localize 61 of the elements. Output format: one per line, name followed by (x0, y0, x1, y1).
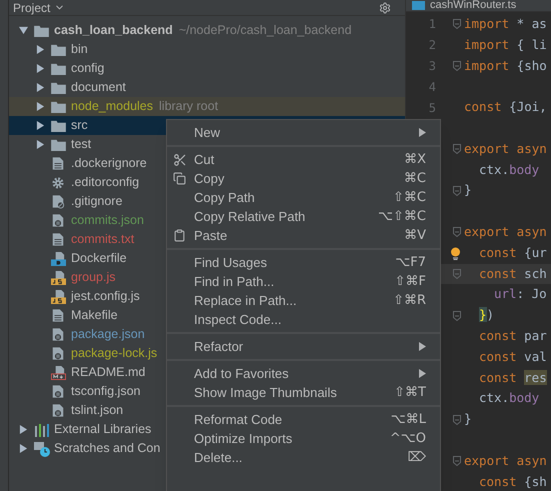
shortcut-label: ^⌥O (390, 430, 426, 448)
line-number: 3 (428, 58, 436, 75)
code-line: ctx.body (478, 160, 540, 179)
tree-item-label: tslint.json (71, 402, 124, 420)
tree-item-label: cash_loan_backend (54, 22, 173, 40)
tree-item-label: package.json (71, 326, 145, 344)
code-line: export asyn (464, 452, 547, 470)
code-line: const val (478, 348, 547, 366)
code-line: const {sh (478, 472, 547, 491)
tree-item-label: document (71, 79, 126, 96)
code-line: const {ur (478, 244, 547, 262)
code-line: export asyn (464, 140, 547, 158)
line-number: 4 (428, 78, 436, 96)
shortcut-label: ⌘V (404, 226, 426, 245)
tree-item-note: ~/nodePro/cash_loan_backend (178, 22, 352, 40)
tree-item-label: tsconfig.json (71, 383, 140, 400)
shortcut-label: ⇧⌘R (393, 292, 426, 310)
shortcut-label: ⌦ (408, 448, 426, 467)
tree-item-label: .dockerignore (71, 155, 147, 172)
code-line: import {sho (464, 56, 547, 75)
shortcut-label: ⇧⌘C (393, 188, 426, 207)
tree-item-label: External Libraries (54, 421, 152, 438)
code-line: }) (478, 306, 494, 324)
tree-item-label: src (71, 117, 88, 134)
shortcut-label: ⌘X (404, 150, 426, 169)
tree-item-label: commits.txt (71, 231, 134, 248)
code-line: } (464, 410, 472, 428)
code-line: url: Jo (493, 285, 547, 304)
line-number: 2 (428, 37, 436, 54)
tree-item-note: library root (159, 98, 218, 116)
tree-item-label: Scratches and Con (54, 440, 160, 458)
shortcut-label: ⇧⌘F (394, 272, 426, 291)
code-line: import * as (464, 15, 547, 34)
code-line: const par (478, 326, 547, 345)
code-line: const {Joi, (464, 98, 547, 116)
shortcut-label: ⌘C (404, 170, 426, 188)
tree-item-label: node_modules (71, 98, 154, 116)
tree-item-label: README.md (71, 364, 146, 382)
tree-item-label: config (71, 60, 104, 78)
code-line: } (464, 181, 472, 200)
line-number: 1 (428, 16, 436, 34)
tree-item-label: .gitignore (71, 193, 122, 210)
shortcut-label: ⌥⇧⌘C (378, 208, 426, 226)
tree-item-label: jest.config.js (71, 288, 140, 306)
tree-item-label: Dockerfile (71, 250, 127, 268)
code-line: const sch (478, 264, 547, 283)
code-line: const res (478, 368, 547, 387)
tree-item-label: bin (71, 41, 88, 58)
tree-item-label: group.js (71, 269, 116, 286)
code-line: export asyn (464, 222, 547, 241)
shortcut-label: ⇧⌘T (394, 384, 426, 402)
shortcut-label: ⌥F7 (395, 254, 426, 272)
shortcut-label: ⌥⌘L (390, 410, 426, 429)
tree-item-label: package-lock.js (71, 345, 158, 362)
tree-item-label: Makefile (71, 307, 118, 324)
tree-item-label: .editorconfig (71, 174, 140, 192)
tree-item-label: commits.json (71, 212, 144, 230)
code-line: ctx.body (478, 389, 540, 408)
code-line: import { li (464, 36, 547, 54)
line-number: 5 (428, 100, 436, 117)
tree-item-label: test (71, 136, 92, 154)
